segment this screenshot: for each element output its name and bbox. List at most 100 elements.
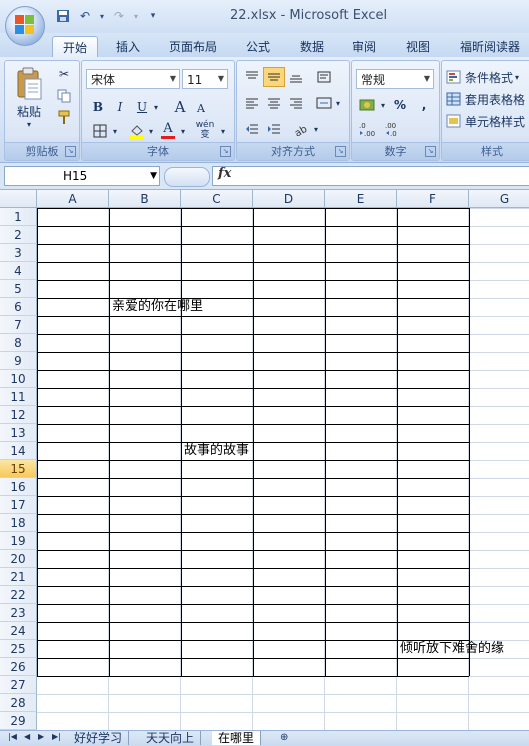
- cut-icon[interactable]: ✂: [55, 65, 73, 83]
- sheet-tab-3[interactable]: 在哪里: [212, 731, 262, 745]
- row-header-25[interactable]: 25: [0, 640, 37, 658]
- accounting-dropdown-icon[interactable]: ▾: [378, 95, 388, 115]
- increase-indent-icon[interactable]: [263, 119, 285, 139]
- tab-foxit[interactable]: 福昕阅读器: [452, 36, 528, 57]
- column-header-E[interactable]: E: [325, 190, 397, 208]
- decrease-decimal-icon[interactable]: .00.0: [382, 119, 406, 139]
- save-icon[interactable]: [54, 7, 72, 25]
- row-header-29[interactable]: 29: [0, 712, 37, 730]
- first-sheet-icon[interactable]: |◀: [8, 732, 17, 741]
- align-left-icon[interactable]: [241, 93, 263, 113]
- accounting-format-icon[interactable]: [356, 95, 380, 115]
- row-header-6[interactable]: 6: [0, 298, 37, 316]
- row-header-21[interactable]: 21: [0, 568, 37, 586]
- comma-style-button[interactable]: ,: [414, 95, 434, 115]
- next-sheet-icon[interactable]: ▶: [38, 732, 44, 741]
- paste-button[interactable]: 粘贴 ▾: [9, 63, 49, 133]
- alignment-launcher-icon[interactable]: ↘: [335, 146, 346, 157]
- row-header-8[interactable]: 8: [0, 334, 37, 352]
- bold-button[interactable]: B: [88, 97, 108, 117]
- column-header-C[interactable]: C: [181, 190, 253, 208]
- align-bottom-icon[interactable]: [285, 67, 307, 87]
- undo-icon[interactable]: ↶: [76, 7, 94, 25]
- column-header-F[interactable]: F: [397, 190, 469, 208]
- conditional-formatting-button[interactable]: 条件格式 ▾: [446, 67, 529, 87]
- formula-bar-expand-handle[interactable]: [164, 167, 210, 187]
- row-header-22[interactable]: 22: [0, 586, 37, 604]
- name-box[interactable]: H15 ▼: [4, 166, 160, 186]
- row-header-13[interactable]: 13: [0, 424, 37, 442]
- tab-insert[interactable]: 插入: [108, 36, 148, 57]
- select-all-corner[interactable]: [0, 190, 37, 208]
- cell-B6[interactable]: 亲爱的你在哪里: [110, 298, 203, 316]
- row-header-15[interactable]: 15: [0, 460, 37, 478]
- phonetic-guide-button[interactable]: wén 变: [192, 117, 218, 143]
- sheet-tab-1[interactable]: 好好学习: [68, 731, 130, 745]
- cell-C14[interactable]: 故事的故事: [182, 442, 249, 460]
- row-header-1[interactable]: 1: [0, 208, 37, 226]
- row-header-24[interactable]: 24: [0, 622, 37, 640]
- row-header-7[interactable]: 7: [0, 316, 37, 334]
- clipboard-launcher-icon[interactable]: ↘: [65, 146, 76, 157]
- font-size-select[interactable]: 11 ▼: [182, 69, 228, 89]
- decrease-indent-icon[interactable]: [241, 119, 263, 139]
- tab-view[interactable]: 视图: [398, 36, 438, 57]
- column-header-D[interactable]: D: [253, 190, 325, 208]
- row-header-12[interactable]: 12: [0, 406, 37, 424]
- number-launcher-icon[interactable]: ↘: [425, 146, 436, 157]
- column-header-B[interactable]: B: [109, 190, 181, 208]
- column-header-A[interactable]: A: [37, 190, 109, 208]
- row-header-9[interactable]: 9: [0, 352, 37, 370]
- merge-center-icon[interactable]: [313, 93, 335, 113]
- borders-icon[interactable]: [88, 121, 112, 141]
- row-header-20[interactable]: 20: [0, 550, 37, 568]
- redo-dropdown-icon[interactable]: ▾: [132, 7, 140, 25]
- shrink-font-button[interactable]: A: [192, 99, 210, 117]
- format-painter-icon[interactable]: [55, 109, 73, 127]
- office-button[interactable]: [5, 6, 45, 46]
- sheet-tab-2[interactable]: 天天向上: [140, 731, 202, 745]
- tab-review[interactable]: 审阅: [344, 36, 384, 57]
- customize-qat-icon[interactable]: ▾: [144, 7, 162, 25]
- fill-color-dropdown-icon[interactable]: ▾: [146, 121, 156, 141]
- row-header-26[interactable]: 26: [0, 658, 37, 676]
- font-color-button[interactable]: A: [158, 119, 178, 141]
- orientation-dropdown-icon[interactable]: ▾: [311, 119, 321, 139]
- row-header-19[interactable]: 19: [0, 532, 37, 550]
- cell-styles-button[interactable]: 单元格样式: [446, 111, 529, 131]
- underline-dropdown-icon[interactable]: ▾: [151, 97, 161, 117]
- undo-dropdown-icon[interactable]: ▾: [98, 7, 106, 25]
- format-as-table-button[interactable]: 套用表格格: [446, 89, 529, 109]
- align-middle-icon[interactable]: [263, 67, 285, 87]
- fill-color-icon[interactable]: [126, 121, 148, 141]
- row-header-18[interactable]: 18: [0, 514, 37, 532]
- row-header-17[interactable]: 17: [0, 496, 37, 514]
- tab-page-layout[interactable]: 页面布局: [164, 36, 222, 57]
- merge-dropdown-icon[interactable]: ▾: [333, 93, 343, 113]
- row-header-27[interactable]: 27: [0, 676, 37, 694]
- copy-icon[interactable]: [55, 87, 73, 105]
- column-header-G[interactable]: G: [469, 190, 529, 208]
- tab-home[interactable]: 开始: [52, 36, 98, 58]
- cell-F25[interactable]: 倾听放下难舍的缘: [398, 640, 504, 658]
- spreadsheet-grid[interactable]: ABCDEFG 1 2 3 4 5 6 7 8 9 10 11 12 13 14 15 16 17 18 19 20 2…: [0, 190, 529, 730]
- grow-font-button[interactable]: A: [170, 97, 190, 117]
- align-right-icon[interactable]: [285, 93, 307, 113]
- row-header-10[interactable]: 10: [0, 370, 37, 388]
- number-format-select[interactable]: 常规 ▼: [356, 69, 434, 89]
- font-launcher-icon[interactable]: ↘: [220, 146, 231, 157]
- align-center-icon[interactable]: [263, 93, 285, 113]
- row-header-5[interactable]: 5: [0, 280, 37, 298]
- last-sheet-icon[interactable]: ▶|: [52, 732, 61, 741]
- prev-sheet-icon[interactable]: ◀: [24, 732, 30, 741]
- tab-data[interactable]: 数据: [292, 36, 332, 57]
- row-header-2[interactable]: 2: [0, 226, 37, 244]
- row-header-3[interactable]: 3: [0, 244, 37, 262]
- increase-decimal-icon[interactable]: .0.00: [356, 119, 380, 139]
- italic-button[interactable]: I: [110, 97, 130, 117]
- font-name-select[interactable]: 宋体 ▼: [86, 69, 180, 89]
- borders-dropdown-icon[interactable]: ▾: [110, 121, 120, 141]
- insert-sheet-icon[interactable]: ⊕: [280, 732, 288, 743]
- insert-function-button[interactable]: fx: [218, 166, 231, 181]
- text-orientation-icon[interactable]: ab: [289, 119, 313, 139]
